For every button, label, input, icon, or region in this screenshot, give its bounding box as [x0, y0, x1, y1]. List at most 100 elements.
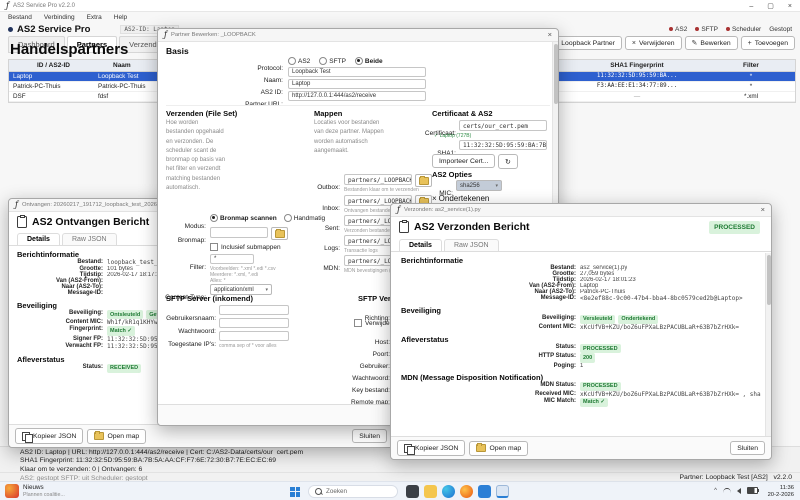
col-filter[interactable]: Filter	[707, 62, 795, 69]
status-badge: PROCESSED	[580, 344, 621, 353]
radio-bronmap-scannen[interactable]: Bronmap scannen	[210, 214, 277, 222]
pencil-icon: ✎	[692, 40, 698, 47]
windows-logo-icon	[296, 492, 301, 497]
system-tray[interactable]: ^	[714, 487, 758, 494]
widget-subtitle: Plannen coalitie...	[23, 492, 65, 498]
sha1-input[interactable]: 11:32:32:5D:95:59:BA:7B:5A:A	[459, 140, 547, 150]
certificaat-input[interactable]: certs/our_cert.pem	[459, 120, 547, 131]
copy-json-button[interactable]: Kopieer JSON	[397, 440, 465, 456]
close-icon[interactable]: ×	[548, 31, 552, 39]
mic-select[interactable]: sha256▾	[456, 180, 502, 191]
processed-badge: PROCESSED	[709, 221, 760, 234]
partner-dialog-titlebar[interactable]: ƒ Partner Bewerken: _LOOPBACK ×	[158, 29, 558, 42]
menu-verbinding[interactable]: Verbinding	[44, 14, 75, 21]
clipboard-icon	[399, 221, 409, 233]
start-button[interactable]	[290, 487, 300, 497]
copy-json-button[interactable]: Kopieer JSON	[15, 428, 83, 444]
tab-details[interactable]: Details	[17, 233, 60, 245]
section-mdn: MDN (Message Disposition Notification)	[401, 373, 761, 382]
menu-help[interactable]: Help	[114, 14, 127, 21]
status-indicators: AS2 SFTP Scheduler Gestopt	[669, 26, 792, 33]
firefox-icon[interactable]	[460, 485, 473, 498]
minimize-icon[interactable]: –	[749, 3, 753, 10]
as2id-input[interactable]: Laptop	[288, 79, 426, 89]
sent-dialog-title: Verzonden: as2_service(1).py	[404, 207, 757, 213]
delete-partner-button[interactable]: ×Verwijderen	[625, 36, 682, 50]
outbox-input[interactable]: partners/_LOOPBACK/outbox	[344, 174, 412, 185]
app-icon: ƒ	[164, 31, 167, 39]
mic-row: Content MIC:xKcUfVB+KZU/boZ6uFPXaLBzPACU…	[401, 324, 761, 331]
outbox-label: Outbox:	[298, 176, 340, 194]
radio-sftp[interactable]: SFTP	[319, 57, 346, 65]
folder-icon	[476, 444, 486, 452]
col-sha1[interactable]: SHA1 Fingerprint	[557, 62, 717, 69]
submappen-checkbox[interactable]: Inclusief submappen	[210, 243, 281, 251]
naam-input[interactable]: Loopback Test	[288, 67, 426, 77]
tray-expand-icon[interactable]: ^	[714, 488, 717, 494]
status-badge: Ontsleuteld	[107, 310, 143, 319]
sent-label: Sent:	[298, 217, 340, 235]
app-icon: ƒ	[397, 206, 400, 214]
close-icon[interactable]: ×	[761, 206, 765, 214]
menu-extra[interactable]: Extra	[87, 14, 102, 21]
tab-details[interactable]: Details	[399, 239, 442, 251]
desktop: ƒ AS2 Service Pro v2.2.0 – ▢ × Bestand V…	[0, 0, 800, 500]
wachtwoord-input[interactable]	[219, 318, 289, 328]
task-view-icon[interactable]	[406, 485, 419, 498]
partner-url-input[interactable]: http://127.0.0.1:444/as2/receive	[288, 91, 426, 101]
status-row: Status:PROCESSED	[401, 344, 761, 353]
bronmap-label: Bronmap:	[166, 229, 206, 247]
radio-as2[interactable]: AS2	[288, 57, 310, 65]
poging-row: Poging:1	[401, 363, 761, 369]
main-titlebar[interactable]: ƒ AS2 Service Pro v2.2.0	[0, 0, 800, 12]
active-app-icon[interactable]	[496, 485, 509, 498]
cert-refresh-button[interactable]: ↻	[498, 154, 518, 169]
edit-partner-button[interactable]: ✎Bewerken	[685, 36, 738, 50]
toegestane-ips-input[interactable]	[219, 331, 289, 341]
menu-bestand[interactable]: Bestand	[8, 14, 32, 21]
open-map-button[interactable]: Open map	[87, 429, 146, 444]
gebruikersnaam-input[interactable]	[219, 305, 289, 315]
news-widget[interactable]: NieuwsPlannen coalitie...	[5, 484, 65, 498]
filter-input[interactable]: *	[210, 254, 254, 264]
volume-icon	[737, 488, 741, 494]
app-icon: ƒ	[6, 2, 9, 10]
importeer-cert-button[interactable]: Importeer Cert...	[432, 154, 495, 168]
scrollbar-thumb[interactable]	[767, 255, 771, 305]
vertical-scrollbar[interactable]	[765, 253, 771, 437]
col-id[interactable]: ID / AS2-ID	[37, 62, 70, 69]
widget-title: Nieuws	[23, 484, 65, 492]
sent-dialog-titlebar[interactable]: ƒ Verzonden: as2_service(1).py ×	[391, 204, 771, 217]
edge-icon[interactable]	[442, 485, 455, 498]
refresh-icon: ↻	[505, 158, 511, 166]
partner-dialog-title: Partner Bewerken: _LOOPBACK	[171, 32, 544, 38]
bronmap-browse-button[interactable]	[271, 227, 288, 240]
col-naam[interactable]: Naam	[113, 62, 131, 69]
open-map-button[interactable]: Open map	[469, 441, 528, 456]
ondertekenen-toggle[interactable]: ×Ondertekenen	[432, 194, 489, 203]
add-partner-button[interactable]: +Toevoegen	[741, 36, 795, 50]
folder-icon	[275, 230, 285, 238]
vscode-icon[interactable]	[478, 485, 491, 498]
indicator-scheduler: Scheduler	[726, 26, 761, 33]
bronmap-input[interactable]	[210, 227, 268, 238]
scrollbar-thumb[interactable]	[554, 44, 558, 104]
status-badge: Match ✓	[107, 326, 135, 335]
red-dot-icon	[726, 27, 730, 31]
battery-icon	[747, 487, 758, 494]
radio-icon	[319, 57, 327, 65]
maximize-icon[interactable]: ▢	[767, 3, 774, 10]
sluiten-button[interactable]: Sluiten	[730, 441, 765, 455]
close-icon[interactable]: ×	[788, 3, 792, 10]
tab-raw-json[interactable]: Raw JSON	[444, 239, 499, 251]
tab-raw-json[interactable]: Raw JSON	[62, 233, 117, 245]
radio-beide[interactable]: Beide	[355, 57, 383, 65]
indicator-state: Gestopt	[769, 26, 792, 33]
clipboard-icon	[17, 216, 27, 228]
sluiten-button[interactable]: Sluiten	[352, 429, 387, 443]
taskbar-search[interactable]: Zoeken	[308, 485, 398, 498]
http-status-row: HTTP Status:200	[401, 353, 761, 362]
taskbar-clock[interactable]: 11:36 20-2-2026	[768, 485, 794, 499]
verzenden-desc: Hoe worden bestanden opgehaald en verzon…	[166, 119, 228, 193]
explorer-icon[interactable]	[424, 485, 437, 498]
